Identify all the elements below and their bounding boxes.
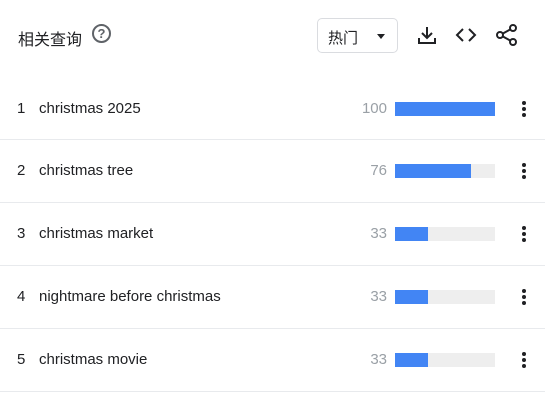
embed-code-icon[interactable] [455, 24, 477, 46]
query-row[interactable]: 5 christmas movie 33 [0, 329, 545, 392]
query-text[interactable]: christmas movie [39, 351, 147, 368]
query-row[interactable]: 4 nightmare before christmas 33 [0, 266, 545, 329]
caret-down-icon [377, 34, 385, 39]
query-rank: 2 [17, 162, 26, 179]
query-text[interactable]: nightmare before christmas [39, 288, 221, 305]
download-icon[interactable] [416, 24, 438, 46]
more-vert-icon[interactable] [516, 224, 532, 244]
value-bar-fill [395, 353, 428, 367]
value-bar-fill [395, 227, 428, 241]
more-vert-icon[interactable] [516, 287, 532, 307]
query-text[interactable]: christmas market [39, 225, 153, 242]
value-bar-track [395, 164, 495, 178]
value-bar-fill [395, 290, 428, 304]
more-vert-icon[interactable] [516, 161, 532, 181]
widget-title: 相关查询 [18, 32, 83, 49]
query-value: 33 [370, 225, 387, 242]
more-vert-icon[interactable] [516, 99, 532, 119]
sort-dropdown-label: 热门 [328, 30, 359, 47]
query-row[interactable]: 3 christmas market 33 [0, 203, 545, 266]
value-bar-track [395, 290, 495, 304]
query-rank: 3 [17, 225, 26, 242]
query-rank: 1 [17, 100, 26, 117]
help-icon[interactable]: ? [92, 24, 111, 43]
query-text[interactable]: christmas tree [39, 162, 133, 179]
query-text[interactable]: christmas 2025 [39, 100, 141, 117]
query-value: 33 [370, 351, 387, 368]
query-rank: 4 [17, 288, 26, 305]
query-rank: 5 [17, 351, 26, 368]
value-bar-track [395, 102, 495, 116]
related-queries-list: 1 christmas 2025 100 2 christmas tree 76… [0, 78, 545, 392]
value-bar-fill [395, 164, 471, 178]
widget-header: 相关查询 ? 热门 [0, 0, 545, 72]
query-value: 76 [370, 162, 387, 179]
sort-dropdown[interactable]: 热门 [317, 18, 398, 53]
share-icon[interactable] [496, 24, 518, 46]
value-bar-fill [395, 102, 495, 116]
query-value: 100 [361, 100, 387, 117]
query-row[interactable]: 2 christmas tree 76 [0, 140, 545, 203]
value-bar-track [395, 353, 495, 367]
more-vert-icon[interactable] [516, 350, 532, 370]
query-row[interactable]: 1 christmas 2025 100 [0, 78, 545, 140]
query-value: 33 [370, 288, 387, 305]
value-bar-track [395, 227, 495, 241]
